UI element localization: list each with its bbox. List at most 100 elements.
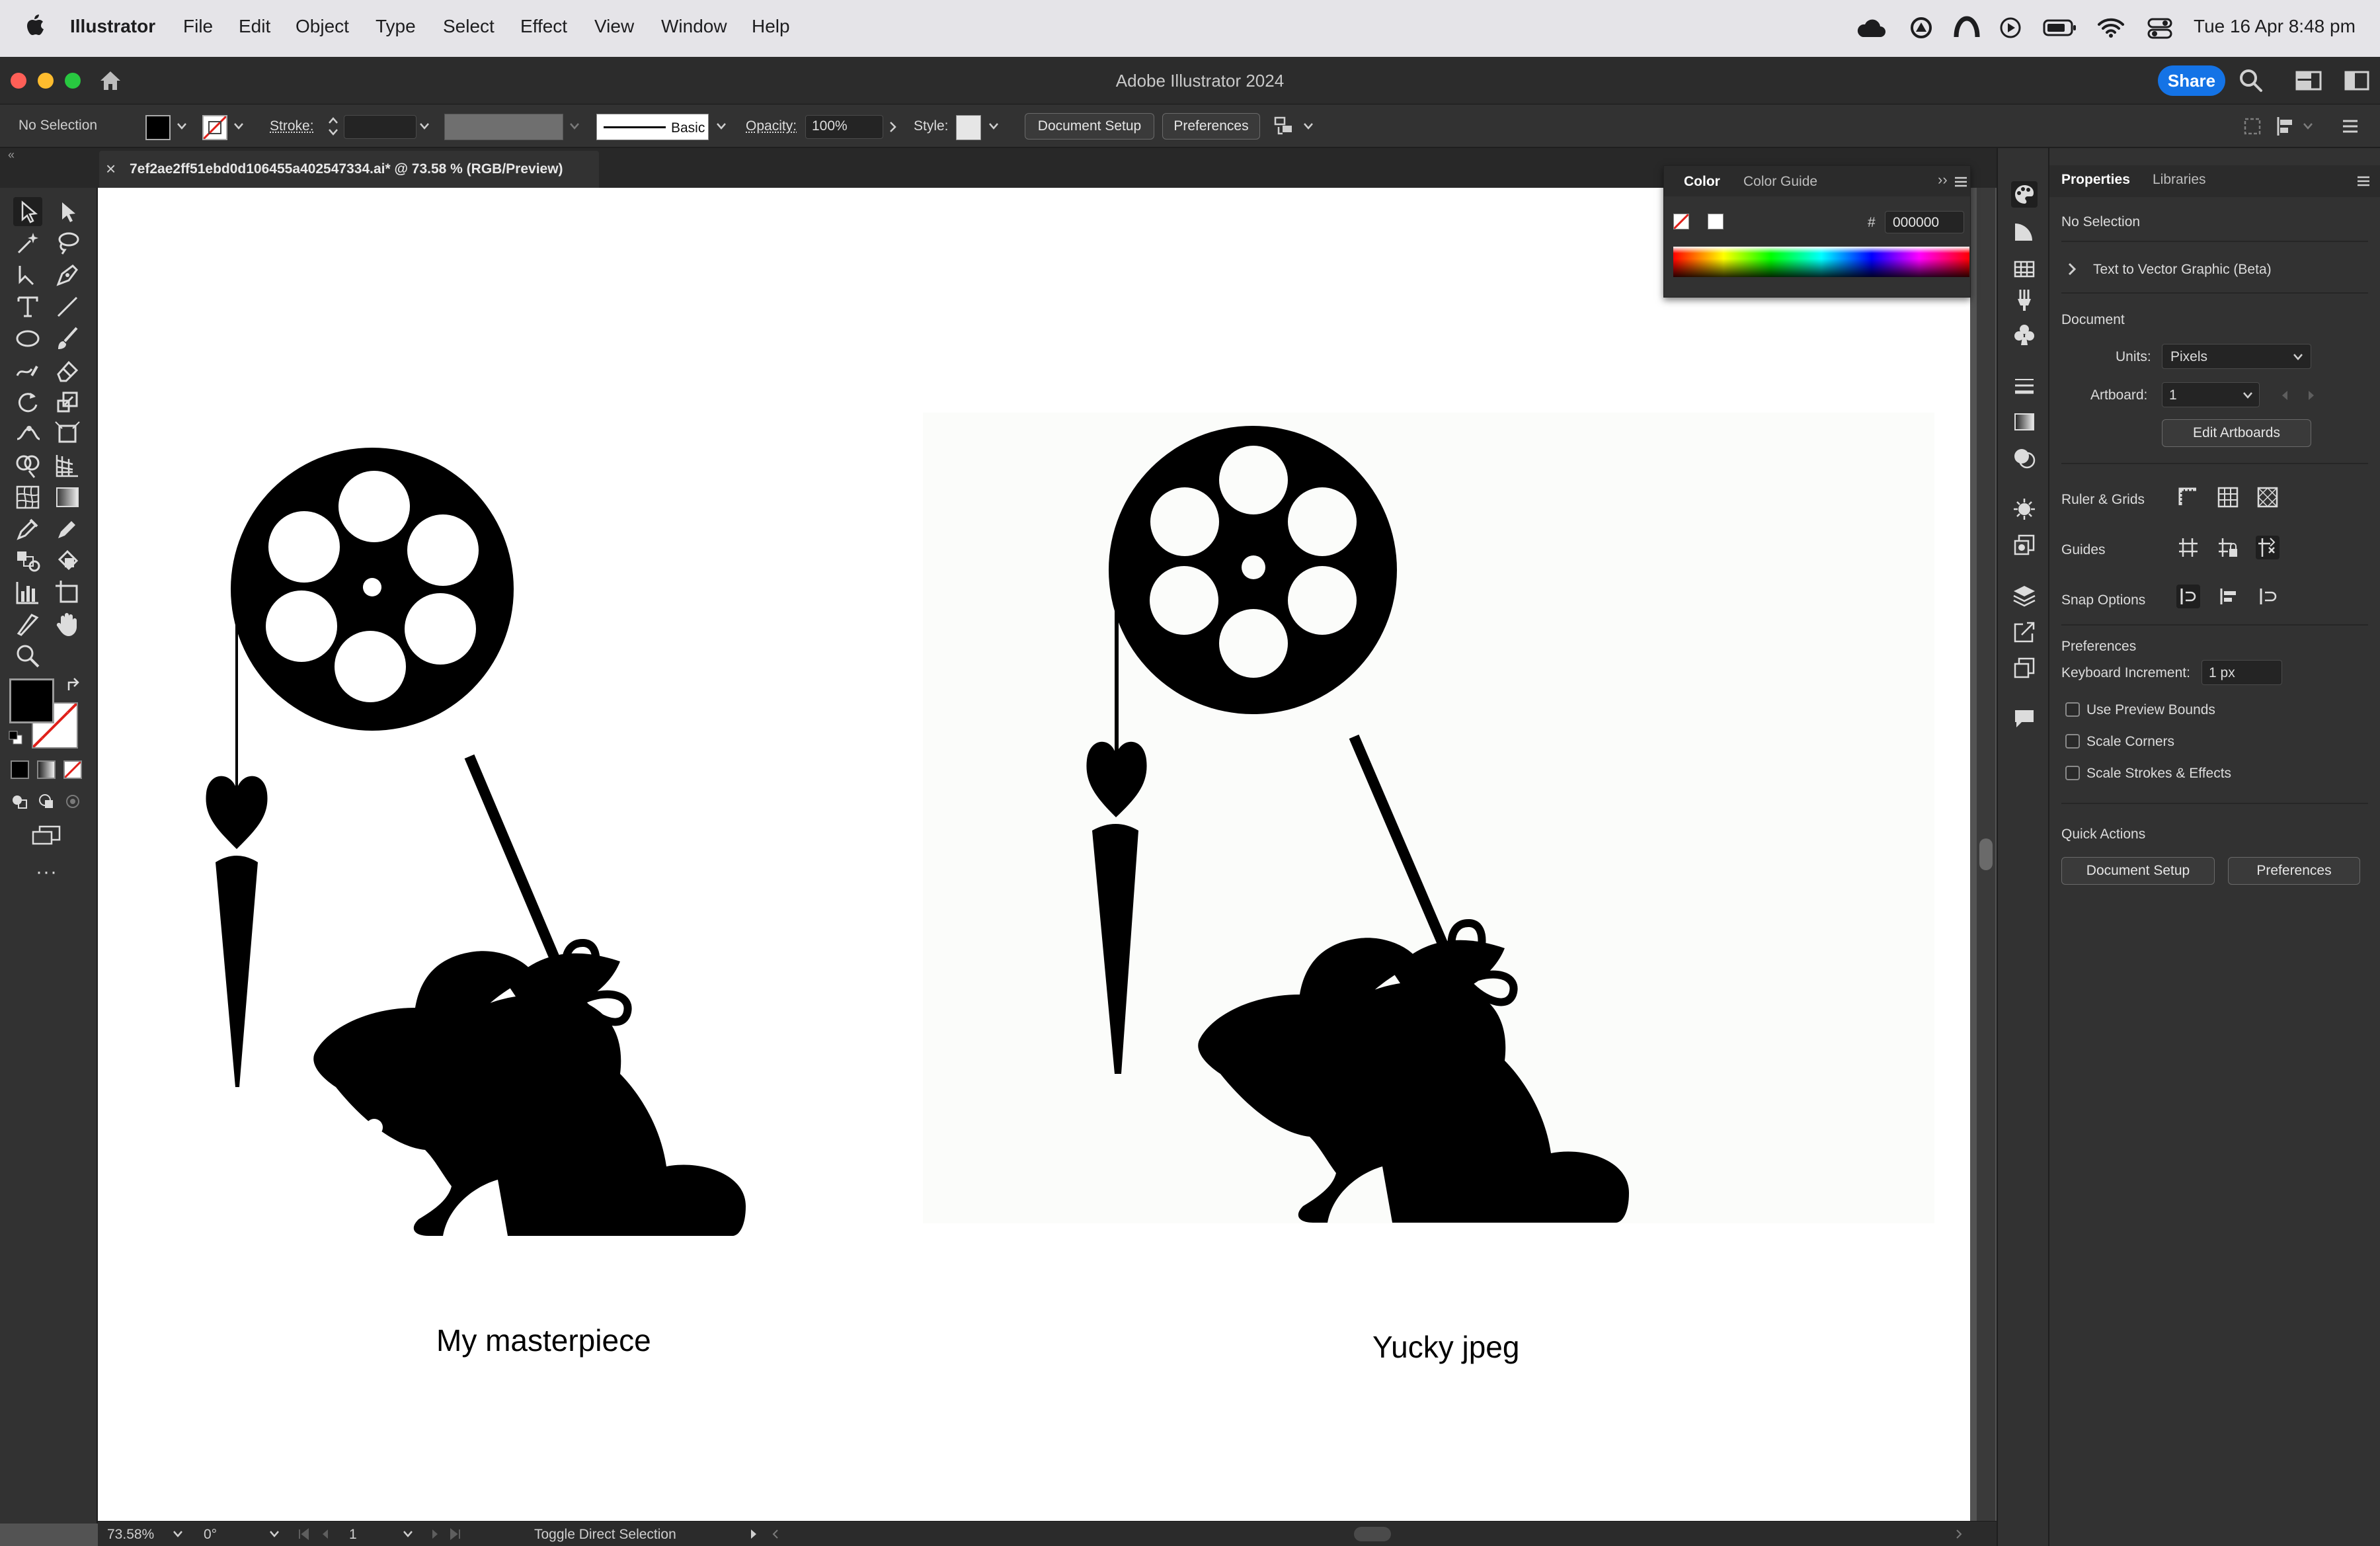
fill-color-box[interactable] [9,678,54,723]
show-guides-icon[interactable] [2176,536,2200,559]
fill-swatch[interactable] [145,115,171,140]
gradient-tool-icon[interactable] [53,483,82,512]
next-artboard-icon[interactable] [2306,389,2317,402]
menu-app-name[interactable]: Illustrator [70,16,155,37]
next-artboard-icon[interactable] [430,1528,440,1540]
creative-cloud-icon[interactable] [1856,19,1885,38]
chevron-down-icon[interactable] [418,122,430,131]
preferences-button[interactable]: Preferences [1162,113,1260,140]
type-tool-icon[interactable] [13,292,42,321]
chevron-right-icon[interactable] [889,120,898,134]
comments-icon[interactable] [2011,705,2038,731]
smart-guides-icon[interactable] [2256,536,2280,559]
selection-tool-icon[interactable] [13,197,42,226]
slice-tool-icon[interactable] [13,610,42,639]
draw-behind-icon[interactable] [37,792,56,811]
draw-inside-icon[interactable] [63,792,82,811]
edit-artboards-button[interactable]: Edit Artboards [2162,419,2311,447]
workspace-switcher-icon[interactable] [2295,70,2322,91]
tab-properties[interactable]: Properties [2061,172,2130,188]
menubar-clock[interactable]: Tue 16 Apr 8:48 pm [2194,16,2356,37]
free-transform-tool-icon[interactable] [53,419,82,448]
previous-artboard-icon[interactable] [2280,389,2290,402]
shape-builder-tool-icon[interactable] [13,451,42,480]
none-swatch[interactable] [1673,214,1689,229]
rotation-value[interactable]: 0° [204,1527,217,1543]
menu-help[interactable]: Help [752,16,790,37]
zoom-tool-icon[interactable] [13,641,42,671]
direct-selection-tool-icon[interactable] [53,197,82,226]
menu-window[interactable]: Window [661,16,727,37]
scroll-right-icon[interactable] [1954,1528,1964,1540]
column-graph-tool-icon[interactable] [13,578,42,607]
chevron-right-icon[interactable] [2067,262,2077,276]
lasso-tool-icon[interactable] [53,229,82,258]
chevron-down-icon[interactable] [569,122,580,131]
artboard-tool-icon[interactable] [53,578,82,607]
artboard[interactable]: My masterpiece Yucky jpeg [98,188,1970,1521]
quick-document-setup-button[interactable]: Document Setup [2061,857,2215,885]
ruler-icon[interactable] [2176,485,2200,509]
snap-to-glyph-icon[interactable] [2216,585,2240,608]
tab-libraries[interactable]: Libraries [2153,172,2206,188]
transform-icon[interactable] [2242,116,2262,136]
tab-close-icon[interactable]: × [106,159,116,179]
chevron-down-icon[interactable] [268,1529,280,1539]
lock-guides-icon[interactable] [2216,536,2240,559]
stroke-swatch[interactable] [202,115,227,140]
window-close-button[interactable] [11,73,26,89]
color-guide-icon[interactable] [2011,218,2038,245]
color-mode-icon[interactable] [11,760,29,779]
battery-icon[interactable] [2043,19,2077,37]
variable-width-profile[interactable] [444,114,563,140]
magic-wand-tool-icon[interactable] [13,229,42,258]
control-center-icon[interactable] [2147,17,2172,40]
document-setup-button[interactable]: Document Setup [1025,113,1154,140]
status-circle-icon[interactable] [1909,16,1933,40]
window-minimize-button[interactable] [38,73,54,89]
white-swatch[interactable] [1708,214,1724,229]
none-mode-icon[interactable] [63,760,82,779]
gradient-panel-icon[interactable] [2011,409,2038,435]
chevron-down-icon[interactable] [172,1529,184,1539]
screen-mode-icon[interactable] [30,824,62,846]
menu-select[interactable]: Select [443,16,495,37]
graphic-style-swatch[interactable] [956,115,981,140]
eyedropper-tool-icon[interactable] [13,514,42,544]
measure-eyedropper-tool-icon[interactable] [53,514,82,544]
status-menu-arrow-icon[interactable] [748,1528,759,1540]
keyboard-increment-input[interactable]: 1 px [2202,660,2282,685]
align-icon[interactable] [2274,115,2297,138]
panel-menu-icon[interactable] [1954,175,1968,188]
line-segment-tool-icon[interactable] [53,292,82,321]
menu-effect[interactable]: Effect [520,16,567,37]
collapse-toolbar-icon[interactable]: « [8,148,15,162]
opacity-label[interactable]: Opacity: [746,118,797,134]
panel-menu-icon[interactable] [2356,175,2371,188]
chevron-down-icon[interactable] [402,1529,414,1539]
text-to-vector-section[interactable]: Text to Vector Graphic (Beta) [2093,262,2272,278]
canvas-scroll-thumb[interactable] [1979,838,1993,870]
quick-preferences-button[interactable]: Preferences [2228,857,2360,885]
pen-anchor-tool-icon[interactable] [13,261,42,290]
menu-object[interactable]: Object [296,16,349,37]
stroke-panel-icon[interactable] [2011,373,2038,399]
color-panel-icon[interactable] [2011,181,2038,208]
mesh-tool-icon[interactable] [13,483,42,512]
scale-corners-label[interactable]: Scale Corners [2086,734,2174,750]
arrange-icon[interactable] [1273,115,1297,138]
scale-corners-checkbox[interactable] [2065,734,2080,749]
rabbit-reel-vector-artwork[interactable] [197,426,924,1259]
chevron-down-icon[interactable] [715,122,727,131]
puppet-warp-tool-icon[interactable] [13,419,42,448]
tab-color-guide[interactable]: Color Guide [1743,174,1817,190]
horizontal-scroll-thumb[interactable] [1354,1527,1391,1541]
gradient-mode-icon[interactable] [37,760,56,779]
menu-file[interactable]: File [183,16,213,37]
placed-jpeg-image[interactable] [923,413,1934,1223]
play-circle-icon[interactable] [1999,17,2022,39]
symbols-icon[interactable] [2011,321,2038,348]
search-icon[interactable] [2239,68,2264,93]
eraser-tool-icon[interactable] [53,356,82,385]
paintbrush-tool-icon[interactable] [53,324,82,353]
